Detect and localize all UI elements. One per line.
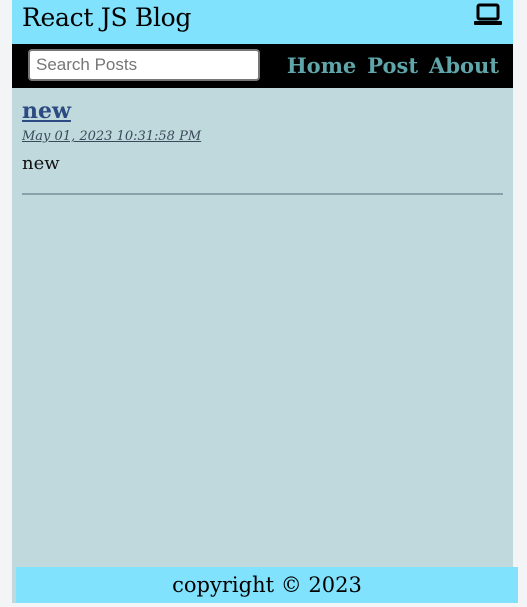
page-title: React JS Blog bbox=[22, 3, 192, 32]
copyright-text: copyright © 2023 bbox=[172, 573, 362, 597]
nav-link-about[interactable]: About bbox=[429, 53, 499, 78]
search-input[interactable] bbox=[28, 49, 260, 81]
laptop-icon bbox=[474, 3, 502, 25]
post-feed: new May 01, 2023 10:31:58 PM new bbox=[22, 97, 503, 203]
page-header: React JS Blog bbox=[12, 0, 513, 44]
nav-link-post[interactable]: Post bbox=[367, 53, 418, 78]
nav-links: Home Post About bbox=[287, 53, 499, 78]
post-divider bbox=[22, 193, 503, 195]
page-footer: copyright © 2023 bbox=[16, 567, 518, 603]
nav-link-home[interactable]: Home bbox=[287, 53, 356, 78]
post-title-link[interactable]: new bbox=[22, 97, 503, 125]
post-body: new bbox=[22, 153, 60, 174]
post-item: new May 01, 2023 10:31:58 PM new bbox=[22, 97, 503, 195]
app-container: React JS Blog Home Post About new May 01… bbox=[12, 0, 513, 603]
nav-bar: Home Post About bbox=[12, 44, 513, 88]
post-date[interactable]: May 01, 2023 10:31:58 PM bbox=[22, 129, 503, 145]
